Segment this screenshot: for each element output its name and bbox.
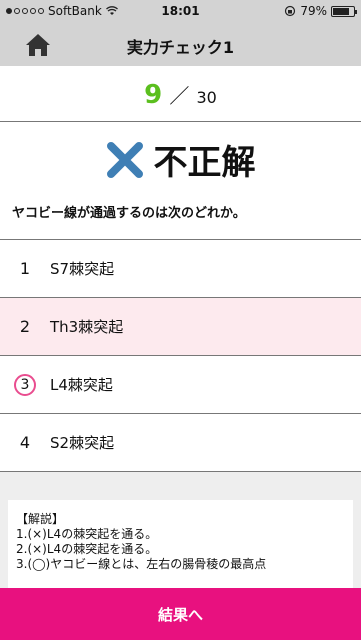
divider <box>0 121 361 122</box>
result-text: 不正解 <box>153 143 256 183</box>
explanation-line: 1.(×)L4の棘突起を通る。 <box>16 527 158 541</box>
status-bar: SoftBank 18:01 79% <box>0 0 361 22</box>
option-label: S2棘突起 <box>50 434 115 452</box>
progress-current: 9 <box>144 80 163 110</box>
page-title: 実力チェック1 <box>126 38 235 57</box>
progress-total: 30 <box>196 88 217 107</box>
option-number: 1 <box>19 259 31 278</box>
selected-marker: 3 <box>14 373 36 396</box>
explanation-header: 【解説】 <box>16 512 65 526</box>
option-label: S7棘突起 <box>50 260 115 278</box>
status-right: 79% <box>284 4 357 18</box>
orientation-lock-icon <box>285 5 296 17</box>
option-2-correct[interactable]: 2 Th3棘突起 <box>0 298 361 356</box>
option-3-selected[interactable]: 3 L4棘突起 <box>0 356 361 414</box>
cross-icon <box>106 141 143 178</box>
question-text: ヤコビー線が通過するのは次のどれか。 <box>12 206 246 221</box>
option-4[interactable]: 4 S2棘突起 <box>0 414 361 472</box>
explanation-box[interactable]: 【解説】 1.(×)L4の棘突起を通る。 2.(×)L4の棘突起を通る。 3.(… <box>8 500 353 588</box>
option-number: 2 <box>19 317 31 336</box>
option-1[interactable]: 1 S7棘突起 <box>0 240 361 298</box>
progress-separator: ／ <box>169 84 190 108</box>
option-label: Th3棘突起 <box>50 318 124 336</box>
result-banner: 不正解 <box>0 135 361 184</box>
battery-percent: 79% <box>300 4 327 18</box>
option-number: 4 <box>19 433 31 452</box>
explanation-line: 3.(◯)ヤコビー線とは、左右の腸骨稜の最高点 <box>16 557 267 571</box>
battery-icon <box>331 5 357 17</box>
question-progress: 9 ／ 30 <box>0 80 361 110</box>
option-number: 3 <box>0 373 50 396</box>
battery-fill <box>333 7 349 15</box>
explanation-line: 2.(×)L4の棘突起を通る。 <box>16 542 158 556</box>
results-button[interactable]: 結果へ <box>0 588 361 640</box>
nav-bar: 実力チェック1 <box>0 22 361 66</box>
option-label: L4棘突起 <box>50 376 113 394</box>
